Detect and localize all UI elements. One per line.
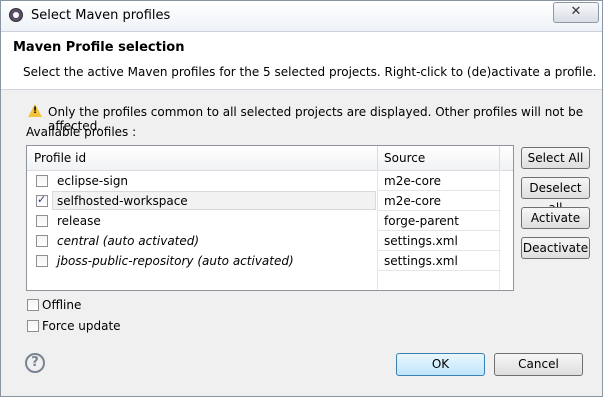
table-row[interactable]: selfhosted-workspace m2e-core xyxy=(27,191,513,211)
force-update-label[interactable]: Force update xyxy=(42,319,121,333)
column-separator[interactable] xyxy=(377,146,378,170)
dialog-header: Maven Profile selection Select the activ… xyxy=(1,32,602,90)
column-header-source[interactable]: Source xyxy=(384,151,425,165)
header-title: Maven Profile selection xyxy=(13,40,185,55)
profile-id: central (auto activated) xyxy=(57,234,200,248)
close-button[interactable]: ✕ xyxy=(553,2,599,23)
available-profiles-label: Available profiles : xyxy=(26,125,137,139)
deselect-all-button[interactable]: Deselect all xyxy=(521,177,590,215)
activate-button[interactable]: Activate xyxy=(521,207,590,229)
profile-source: forge-parent xyxy=(384,214,459,228)
profile-source: m2e-core xyxy=(384,174,442,188)
profile-checkbox[interactable] xyxy=(36,175,48,187)
profile-id: eclipse-sign xyxy=(57,174,129,188)
force-update-checkbox[interactable] xyxy=(27,320,39,332)
profile-checkbox[interactable] xyxy=(36,235,48,247)
profile-source: settings.xml xyxy=(384,254,458,268)
profile-id: selfhosted-workspace xyxy=(57,194,188,208)
profile-checkbox[interactable] xyxy=(36,215,48,227)
window-title: Select Maven profiles xyxy=(31,8,171,23)
select-all-button[interactable]: Select All xyxy=(521,147,590,169)
cancel-button[interactable]: Cancel xyxy=(494,353,583,376)
profile-id: jboss-public-repository (auto activated) xyxy=(57,254,294,268)
maven-icon xyxy=(9,8,23,22)
row-divider xyxy=(377,210,501,211)
profile-source: settings.xml xyxy=(384,234,458,248)
title-bar: Select Maven profiles ✕ xyxy=(1,1,602,32)
profile-source: m2e-core xyxy=(384,194,442,208)
profile-checkbox[interactable] xyxy=(36,255,48,267)
table-row[interactable]: central (auto activated) settings.xml xyxy=(27,231,513,251)
dialog-window: Select Maven profiles ✕ Maven Profile se… xyxy=(0,0,603,397)
table-header: Profile id Source xyxy=(27,146,513,171)
help-icon[interactable]: ? xyxy=(25,353,45,373)
row-divider xyxy=(377,190,501,191)
deactivate-button[interactable]: Deactivate xyxy=(521,237,590,259)
offline-label[interactable]: Offline xyxy=(42,298,81,312)
table-row[interactable]: release forge-parent xyxy=(27,211,513,231)
warning-icon-mark: ! xyxy=(32,106,38,116)
offline-checkbox[interactable] xyxy=(27,299,39,311)
profile-checkbox[interactable] xyxy=(36,193,48,207)
row-divider xyxy=(377,230,501,231)
column-separator[interactable] xyxy=(499,146,500,170)
ok-button[interactable]: OK xyxy=(396,353,485,376)
profiles-table[interactable]: Profile id Source eclipse-sign m2e-core … xyxy=(26,145,514,291)
row-divider xyxy=(377,250,501,251)
column-header-profile-id[interactable]: Profile id xyxy=(34,151,86,165)
table-row[interactable]: eclipse-sign m2e-core xyxy=(27,171,513,191)
table-row[interactable]: jboss-public-repository (auto activated)… xyxy=(27,251,513,271)
header-description: Select the active Maven profiles for the… xyxy=(23,65,597,79)
profile-id: release xyxy=(57,214,101,228)
row-divider xyxy=(377,270,501,271)
